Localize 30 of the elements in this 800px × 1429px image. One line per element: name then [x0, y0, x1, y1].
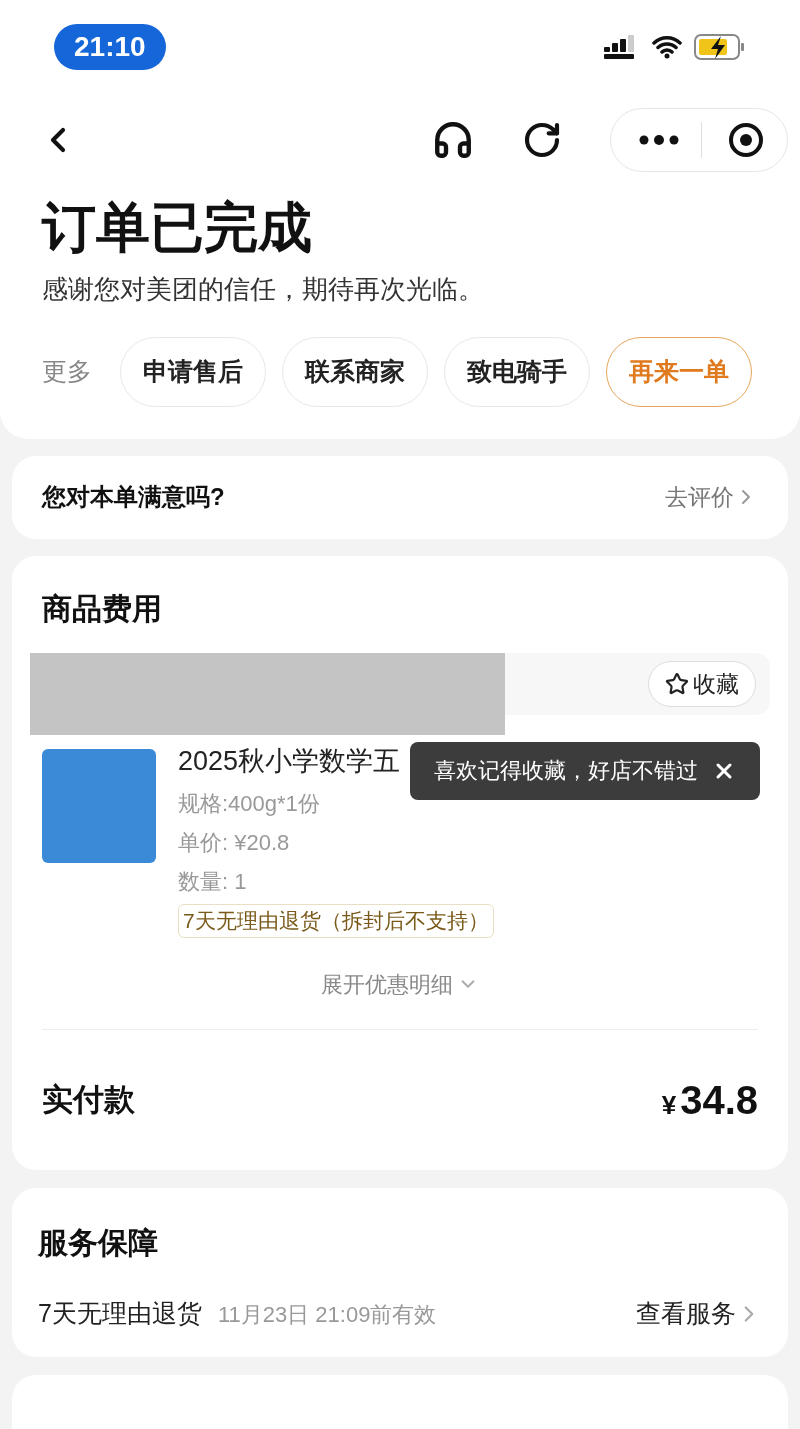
satisfaction-card[interactable]: 您对本单满意吗? 去评价: [12, 455, 788, 539]
wifi-icon: [652, 35, 682, 59]
order-status-title: 订单已完成: [42, 196, 313, 259]
target-icon[interactable]: [728, 122, 764, 158]
refresh-icon[interactable]: [522, 120, 562, 160]
product-title: 2025秋小学数学五: [178, 744, 401, 778]
view-service-link[interactable]: 查看服务: [636, 1294, 736, 1333]
currency-symbol: ¥: [661, 1088, 677, 1122]
unit-price: 单价: ¥20.8: [178, 829, 291, 858]
return-policy-tag: 7天无理由退货（拆封后不支持）: [178, 904, 494, 938]
section-title: 商品费用: [41, 590, 163, 627]
battery-icon: [694, 34, 746, 60]
total-amount: 34.8: [680, 1076, 758, 1124]
service-name: 7天无理由退货: [38, 1297, 202, 1329]
more-label: 更多: [42, 355, 92, 387]
quantity: 数量: 1: [178, 868, 248, 897]
discount-details-toggle[interactable]: 展开优惠明细: [321, 967, 453, 1001]
review-link[interactable]: 去评价: [665, 479, 734, 515]
service-validity: 11月23日 21:09前有效: [217, 1300, 437, 1329]
headset-icon[interactable]: [432, 119, 474, 161]
product-spec: 规格:400g*1份: [178, 790, 321, 819]
total-label: 实付款: [42, 1080, 135, 1119]
favorite-button[interactable]: 收藏: [648, 660, 756, 707]
satisfaction-question: 您对本单满意吗?: [42, 482, 225, 513]
status-time: 21:10: [54, 24, 166, 70]
more-icon[interactable]: [639, 135, 679, 145]
section-title: 服务保障: [38, 1224, 159, 1261]
thank-you-text: 感谢您对美团的信任，期待再次光临。: [42, 272, 485, 306]
tooltip-text: 喜欢记得收藏，好店不错过: [434, 757, 698, 786]
star-icon: [665, 671, 689, 696]
